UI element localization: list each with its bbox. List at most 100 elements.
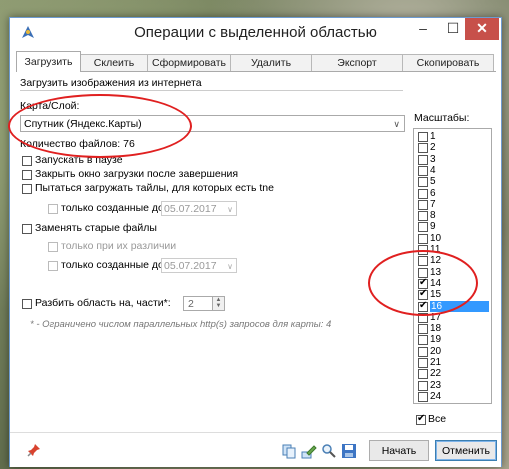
cancel-button[interactable]: Отменить (435, 440, 497, 461)
replace-date-picker[interactable]: 05.07.2017 ∨ (161, 258, 237, 273)
scale-item[interactable]: 5 (416, 176, 490, 188)
tab-export[interactable]: Экспорт (311, 54, 403, 71)
scale-item[interactable]: 3 (416, 153, 490, 165)
zoom-icon[interactable] (321, 443, 337, 459)
scale-item[interactable]: 20 (416, 345, 490, 357)
scale-item[interactable]: 9 (416, 221, 490, 233)
scale-number: 2 (430, 142, 436, 154)
scale-item[interactable]: 2 (416, 142, 490, 154)
tab-delete[interactable]: Удалить (230, 54, 312, 71)
replace-old-checkbox[interactable] (22, 224, 32, 234)
scale-number: 22 (430, 368, 442, 380)
split-parts-value: 2 (188, 298, 194, 310)
scale-number: 21 (430, 357, 442, 368)
scale-checkbox[interactable] (418, 380, 428, 391)
start-button[interactable]: Начать (369, 440, 429, 461)
scale-number: 19 (430, 334, 442, 346)
replace-date-value: 05.07.2017 (164, 260, 217, 272)
scale-item[interactable]: 8 (416, 210, 490, 222)
edit-icon[interactable] (301, 443, 317, 459)
select-all-checkbox[interactable] (416, 413, 426, 425)
scale-checkbox[interactable] (418, 188, 428, 199)
close-after-label: Закрыть окно загрузки после завершения (35, 168, 239, 180)
only-if-diff-label: только при их различии (61, 240, 177, 252)
scale-number: 6 (430, 187, 436, 199)
scale-number: 7 (430, 198, 436, 210)
scale-checkbox[interactable] (418, 222, 428, 233)
split-area-label: Разбить область на, части*: (35, 297, 171, 309)
scale-item[interactable]: 10 (416, 232, 490, 244)
replace-only-created-checkbox[interactable] (48, 261, 58, 271)
scale-item[interactable]: 22 (416, 368, 490, 380)
scale-checkbox[interactable] (418, 358, 428, 368)
only-if-diff-checkbox[interactable] (48, 242, 58, 252)
tne-date-value: 05.07.2017 (164, 203, 217, 215)
scale-checkbox[interactable] (418, 335, 428, 346)
select-all-label: Все (428, 413, 447, 425)
tne-only-created-label: только созданные до (61, 202, 164, 214)
scale-checkbox[interactable] (418, 391, 428, 402)
scale-number: 10 (430, 232, 442, 244)
scale-item[interactable]: 1 (416, 131, 490, 142)
scale-checkbox[interactable] (418, 177, 428, 188)
scale-checkbox[interactable] (418, 132, 428, 142)
annotation-circle-scales (368, 250, 478, 316)
scales-title: Масштабы: (414, 112, 470, 124)
split-parts-stepper[interactable]: 2 ▲ ▼ (183, 296, 225, 311)
scale-number: 24 (430, 390, 442, 402)
scale-item[interactable]: 23 (416, 379, 490, 391)
tab-download[interactable]: Загрузить (16, 51, 81, 72)
replace-old-label: Заменять старые файлы (35, 222, 157, 234)
try-load-tne-label: Пытаться загружать тайлы, для которых ес… (35, 182, 274, 194)
section-divider (20, 90, 403, 91)
scale-number: 18 (430, 323, 442, 335)
save-icon[interactable] (341, 443, 357, 459)
try-load-tne-checkbox[interactable] (22, 184, 32, 194)
replace-only-created-label: только созданные до (61, 259, 164, 271)
scale-checkbox[interactable] (418, 369, 428, 380)
start-paused-checkbox[interactable] (22, 156, 32, 166)
scale-checkbox[interactable] (418, 211, 428, 222)
close-after-checkbox[interactable] (22, 170, 32, 180)
scale-checkbox[interactable] (418, 346, 428, 357)
scale-number: 9 (430, 221, 436, 233)
scale-number: 20 (430, 345, 442, 357)
stepper-arrows-icon[interactable]: ▲ ▼ (212, 297, 224, 310)
title-bar: Операции с выделенной областью – ☐ ✕ (10, 18, 501, 48)
chevron-down-icon: ∨ (227, 205, 233, 214)
scale-item[interactable]: 18 (416, 323, 490, 335)
tne-only-created-checkbox[interactable] (48, 204, 58, 214)
copy-icon[interactable] (281, 443, 297, 459)
scale-number: 4 (430, 164, 436, 176)
scale-checkbox[interactable] (418, 143, 428, 154)
scale-number: 23 (430, 379, 442, 391)
minimize-button[interactable]: – (408, 18, 438, 40)
scale-number: 3 (430, 153, 436, 165)
close-button[interactable]: ✕ (465, 18, 499, 40)
scale-number: 1 (430, 131, 436, 142)
scale-item[interactable]: 6 (416, 187, 490, 199)
chevron-down-icon: ∨ (393, 119, 400, 129)
scale-item[interactable]: 7 (416, 198, 490, 210)
tne-date-picker[interactable]: 05.07.2017 ∨ (161, 201, 237, 216)
operations-dialog: Операции с выделенной областью – ☐ ✕ Заг… (9, 17, 502, 467)
scale-item[interactable]: 21 (416, 357, 490, 368)
split-area-checkbox[interactable] (22, 299, 32, 309)
scale-number: 5 (430, 176, 436, 188)
scale-item[interactable]: 19 (416, 334, 490, 346)
scale-item[interactable]: 24 (416, 390, 490, 402)
scale-item[interactable]: 4 (416, 164, 490, 176)
scale-checkbox[interactable] (418, 199, 428, 210)
maximize-button[interactable]: ☐ (438, 18, 468, 40)
pin-icon[interactable] (27, 443, 41, 457)
tab-merge[interactable]: Склеить (80, 54, 148, 71)
tab-copy[interactable]: Скопировать (402, 54, 494, 71)
concurrency-note: * - Ограничено числом параллельных http(… (30, 319, 332, 330)
scale-checkbox[interactable] (418, 324, 428, 335)
scale-checkbox[interactable] (418, 154, 428, 165)
tab-generate[interactable]: Сформировать (147, 54, 231, 71)
scale-number: 8 (430, 210, 436, 222)
scale-checkbox[interactable] (418, 233, 428, 244)
scale-checkbox[interactable] (418, 165, 428, 176)
bottom-toolbar: Начать Отменить (10, 432, 501, 467)
